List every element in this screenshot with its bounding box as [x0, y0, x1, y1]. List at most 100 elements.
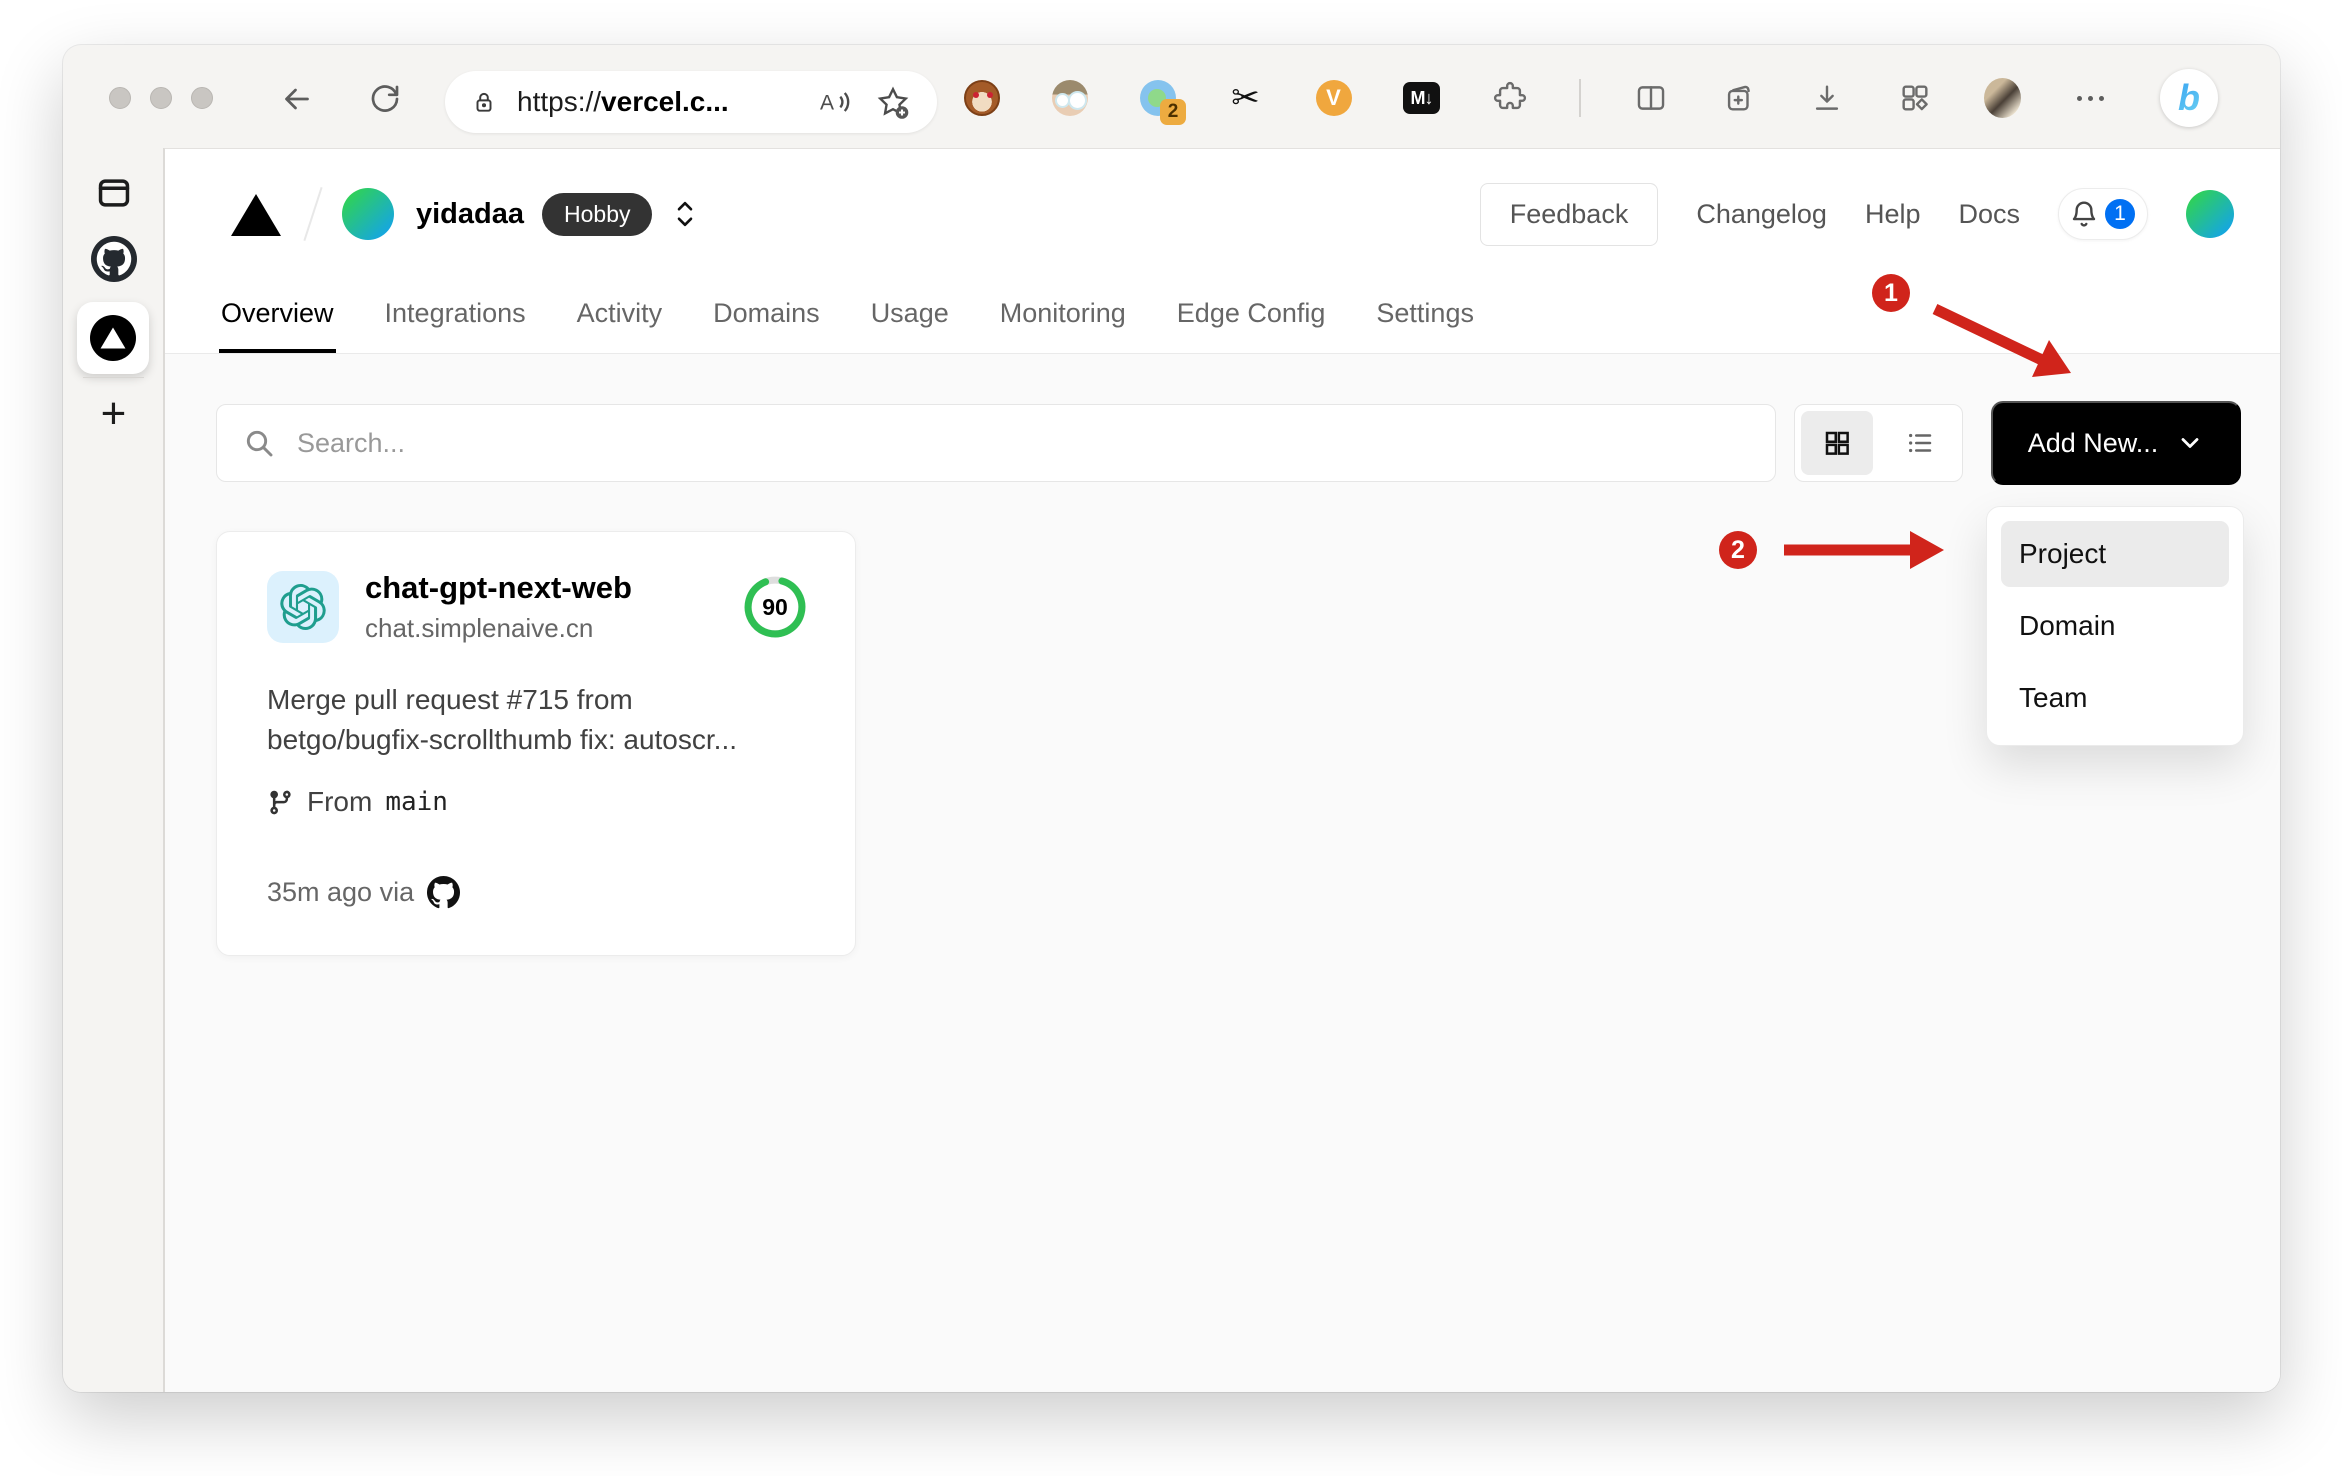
dropdown-item-project[interactable]: Project [2001, 521, 2229, 587]
score-ring[interactable]: 90 [743, 575, 807, 639]
grid-view-button[interactable] [1801, 411, 1873, 475]
team-avatar [342, 188, 394, 240]
deployment-description[interactable]: Merge pull request #715 from betgo/bugfi… [267, 680, 807, 760]
browser-toolbar: https://vercel.c... A 2 ✂ V M↓ b [63, 45, 2280, 148]
refresh-icon [371, 85, 399, 112]
edge-sidebar: + [63, 148, 164, 1392]
vercel-favicon [90, 315, 136, 361]
project-card-header: chat-gpt-next-web chat.simplenaive.cn 90 [267, 570, 807, 644]
plan-badge: Hobby [542, 192, 653, 236]
translate-badge: 2 [1160, 98, 1186, 125]
downloads-button[interactable] [1808, 80, 1845, 117]
bell-icon [2072, 201, 2096, 227]
dropdown-item-team[interactable]: Team [2001, 665, 2229, 731]
github-icon [427, 876, 461, 909]
help-link[interactable]: Help [1865, 199, 1921, 230]
refresh-button[interactable] [365, 79, 405, 119]
browser-window: https://vercel.c... A 2 ✂ V M↓ b + yidad… [63, 45, 2280, 1392]
ellipsis-icon [2077, 95, 2104, 101]
search-input[interactable] [297, 427, 1765, 459]
window-controls [109, 87, 213, 109]
scope-switcher-button[interactable] [670, 196, 700, 232]
branch-label: From [307, 786, 373, 817]
vercel-page: yidadaa Hobby Feedback Changelog Help Do… [164, 148, 2280, 1392]
scope-breadcrumb: yidadaa Hobby [228, 149, 700, 279]
vercel-logo[interactable] [228, 190, 284, 238]
tab-vercel-active[interactable] [77, 302, 149, 374]
face-icon [1051, 80, 1088, 116]
tab-usage[interactable]: Usage [869, 298, 951, 353]
zoom-button[interactable] [191, 87, 213, 109]
dropdown-item-domain[interactable]: Domain [2001, 593, 2229, 659]
new-tab-button[interactable]: + [63, 392, 164, 436]
vercel-header: yidadaa Hobby Feedback Changelog Help Do… [165, 149, 2280, 354]
address-bar[interactable]: https://vercel.c... A [445, 71, 937, 133]
docs-link[interactable]: Docs [1958, 199, 2020, 230]
user-avatar[interactable] [2186, 190, 2234, 238]
tab-overview[interactable]: Overview [219, 298, 336, 353]
chevron-down-icon [2181, 438, 2199, 448]
tab-activity[interactable]: Activity [575, 298, 665, 353]
screenshot-root: https://vercel.c... A 2 ✂ V M↓ b + yidad… [0, 0, 2342, 1476]
project-meta: chat-gpt-next-web chat.simplenaive.cn [365, 570, 632, 644]
tab-domains[interactable]: Domains [711, 298, 822, 353]
v-extension-button[interactable]: V [1315, 80, 1352, 117]
favorites-star-icon[interactable] [875, 84, 911, 120]
clipper-extension-button[interactable]: ✂ [1227, 80, 1264, 117]
list-view-button[interactable] [1885, 411, 1957, 475]
tab-edge-config[interactable]: Edge Config [1175, 298, 1328, 353]
back-icon [285, 88, 309, 110]
description-line-1: Merge pull request #715 from [267, 684, 633, 715]
project-name[interactable]: chat-gpt-next-web [365, 570, 632, 606]
plus-icon: + [100, 389, 127, 438]
annotation-step-2-badge: 2 [1719, 531, 1757, 569]
tab-settings[interactable]: Settings [1374, 298, 1476, 353]
markdown-download-icon: M↓ [1403, 82, 1440, 114]
split-screen-button[interactable] [1632, 80, 1669, 117]
translate-extension-button[interactable]: 2 [1139, 80, 1186, 125]
branch-name[interactable]: main [385, 787, 448, 817]
notifications-button[interactable]: 1 [2058, 188, 2148, 240]
add-new-button[interactable]: Add New... [1991, 401, 2241, 485]
v-icon: V [1315, 80, 1352, 116]
extensions-menu-button[interactable] [1491, 80, 1528, 117]
grid-view-icon [1825, 431, 1849, 455]
team-name: yidadaa [416, 197, 524, 230]
read-aloud-icon[interactable]: A [817, 84, 853, 120]
collections-icon [1727, 85, 1750, 111]
download-icon [1815, 85, 1838, 110]
tab-github[interactable] [63, 236, 164, 282]
project-search[interactable] [216, 404, 1776, 482]
feedback-button[interactable]: Feedback [1479, 182, 1659, 246]
minimize-button[interactable] [150, 87, 172, 109]
profile-photo [1984, 78, 2021, 118]
avatar-extension-button[interactable] [1051, 80, 1088, 117]
toolbar-divider [1579, 79, 1581, 117]
add-new-dropdown: Project Domain Team [1986, 506, 2244, 746]
close-button[interactable] [109, 87, 131, 109]
project-card[interactable]: chat-gpt-next-web chat.simplenaive.cn 90 [216, 531, 856, 956]
sidebar-divider [83, 377, 144, 378]
annotation-step-1-badge: 1 [1872, 274, 1910, 312]
markdown-extension-button[interactable]: M↓ [1403, 80, 1440, 117]
pane-toggle-button[interactable] [63, 174, 164, 217]
more-menu-button[interactable] [2072, 80, 2109, 117]
browser-profile-button[interactable] [1984, 78, 2021, 118]
bing-chat-button[interactable]: b [2160, 69, 2218, 127]
back-button[interactable] [277, 79, 317, 119]
project-domain[interactable]: chat.simplenaive.cn [365, 613, 632, 644]
branch-row: From main [267, 786, 807, 818]
header-actions: Feedback Changelog Help Docs 1 [1479, 149, 2234, 279]
changelog-link[interactable]: Changelog [1696, 199, 1827, 230]
breadcrumb-slash [303, 187, 323, 241]
split-screen-icon [1637, 86, 1664, 110]
tab-integrations[interactable]: Integrations [383, 298, 528, 353]
browser-essentials-button[interactable] [1896, 80, 1933, 117]
collections-button[interactable] [1720, 80, 1757, 117]
essentials-grid-icon [1901, 85, 1928, 111]
tampermonkey-extension-button[interactable] [963, 80, 1000, 117]
project-favicon [267, 571, 339, 643]
view-toggle [1794, 404, 1963, 482]
puzzle-icon [1493, 81, 1526, 110]
tab-monitoring[interactable]: Monitoring [998, 298, 1128, 353]
